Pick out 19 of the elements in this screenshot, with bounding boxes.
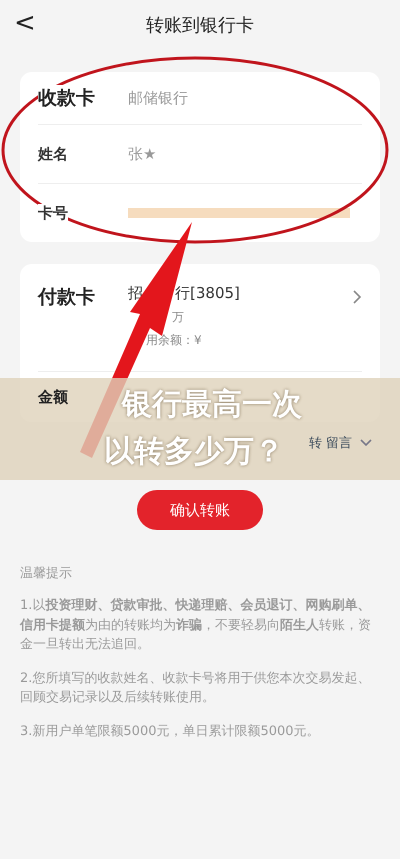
field-label: 卡号 — [38, 204, 68, 222]
field-label: 姓名 — [38, 144, 68, 164]
name-value: 张★ — [128, 144, 158, 164]
caption-text: 以转多少万？ — [104, 433, 284, 471]
section-title: 付款卡 — [38, 285, 96, 310]
back-button[interactable]: < — [14, 8, 36, 38]
tips-title: 温馨提示 — [20, 565, 73, 582]
limit-text: 万 — [172, 309, 184, 326]
tip-text: 3.新用户单笔限额5000元，单日累计限额5000元。 — [20, 722, 321, 740]
tip-text: 1.以投资理财、贷款审批、快递理赔、会员退订、网购刷单、信用卡提额为由的转账均为诈骗，不要轻易向陌生人转账，资金一旦转出无法追回。 — [20, 596, 372, 654]
chevron-right-icon[interactable] — [353, 290, 362, 304]
amount-label: 金额 — [38, 388, 69, 406]
balance-text: 用余额：¥ — [146, 332, 202, 349]
confirm-button[interactable]: 确认转账 — [137, 490, 263, 530]
tip-text: 2.您所填写的收款姓名、收款卡号将用于供您本次交易发起、回顾交易记录以及后续转账使用。 — [20, 670, 372, 707]
chevron-down-icon[interactable] — [360, 439, 372, 447]
bank-name[interactable]: 行[3805] — [175, 284, 240, 303]
page-title: 转账到银行卡 — [146, 14, 254, 37]
remark-link[interactable]: 转 留言 — [308, 434, 352, 452]
